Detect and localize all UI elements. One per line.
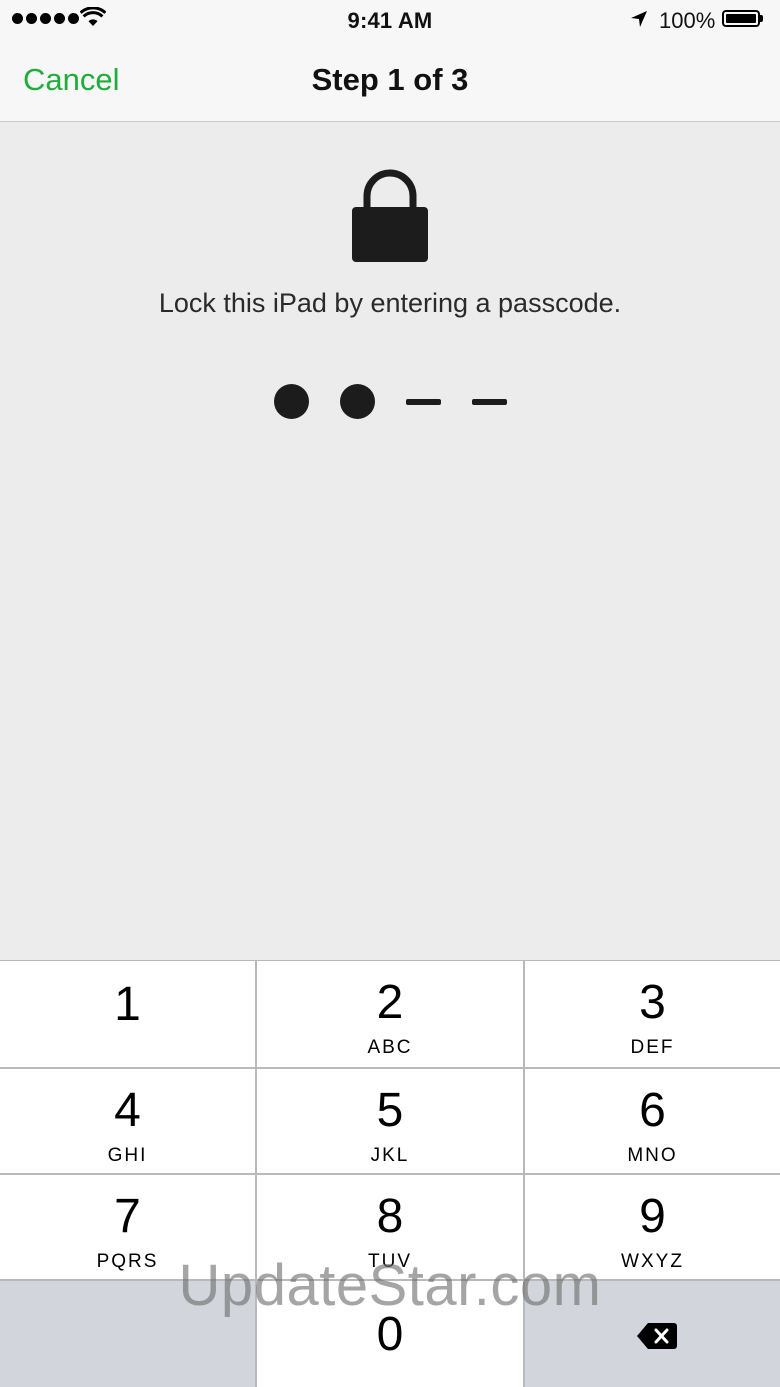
key-digit: 1 xyxy=(114,978,141,1031)
key-5[interactable]: 5 JKL xyxy=(257,1069,523,1173)
passcode-dot-filled xyxy=(274,384,309,419)
key-letters: WXYZ xyxy=(621,1251,684,1272)
passcode-dot-filled xyxy=(340,384,375,419)
key-digit: 7 xyxy=(114,1190,141,1243)
key-letters: ABC xyxy=(367,1037,413,1058)
key-empty xyxy=(0,1281,255,1387)
key-6[interactable]: 6 MNO xyxy=(525,1069,780,1173)
key-letters: GHI xyxy=(107,1145,148,1166)
key-8[interactable]: 8 TUV xyxy=(257,1175,523,1279)
passcode-dash-empty xyxy=(406,399,441,405)
key-letters: MNO xyxy=(627,1145,678,1166)
padlock-icon xyxy=(352,169,428,262)
key-digit: 8 xyxy=(376,1190,404,1243)
key-letters: TUV xyxy=(368,1251,412,1272)
navigation-bar: Cancel Step 1 of 3 xyxy=(0,40,780,122)
key-digit: 2 xyxy=(376,976,404,1029)
backspace-icon xyxy=(637,1323,677,1349)
status-bar: 9:41 AM 100% xyxy=(0,0,780,40)
key-1[interactable]: 1 xyxy=(0,961,255,1067)
key-letters: DEF xyxy=(630,1037,675,1058)
passcode-entry[interactable] xyxy=(273,384,509,420)
passcode-dash-empty xyxy=(472,399,507,405)
key-letters: JKL xyxy=(370,1145,410,1166)
key-digit: 5 xyxy=(376,1084,404,1137)
key-digit: 4 xyxy=(114,1084,141,1137)
location-arrow-icon xyxy=(631,11,647,27)
key-3[interactable]: 3 DEF xyxy=(525,961,780,1067)
numeric-keypad: 1 2 ABC 3 DEF 4 GHI 5 JKL 6 MNO 7 PQRS 8… xyxy=(0,960,780,1387)
key-7[interactable]: 7 PQRS xyxy=(0,1175,255,1279)
key-9[interactable]: 9 WXYZ xyxy=(525,1175,780,1279)
key-2[interactable]: 2 ABC xyxy=(257,961,523,1067)
key-digit: 6 xyxy=(639,1084,666,1137)
key-digit: 9 xyxy=(639,1190,666,1243)
key-0[interactable]: 0 xyxy=(257,1281,523,1387)
key-digit: 0 xyxy=(376,1308,404,1361)
key-digit: 3 xyxy=(639,976,666,1029)
delete-button[interactable] xyxy=(525,1281,780,1387)
key-letters: PQRS xyxy=(96,1251,159,1272)
battery-percent: 100% xyxy=(659,8,716,33)
battery-icon xyxy=(722,10,763,27)
passcode-prompt: Lock this iPad by entering a passcode. xyxy=(158,288,622,318)
page-title: Step 1 of 3 xyxy=(311,62,469,97)
key-4[interactable]: 4 GHI xyxy=(0,1069,255,1173)
